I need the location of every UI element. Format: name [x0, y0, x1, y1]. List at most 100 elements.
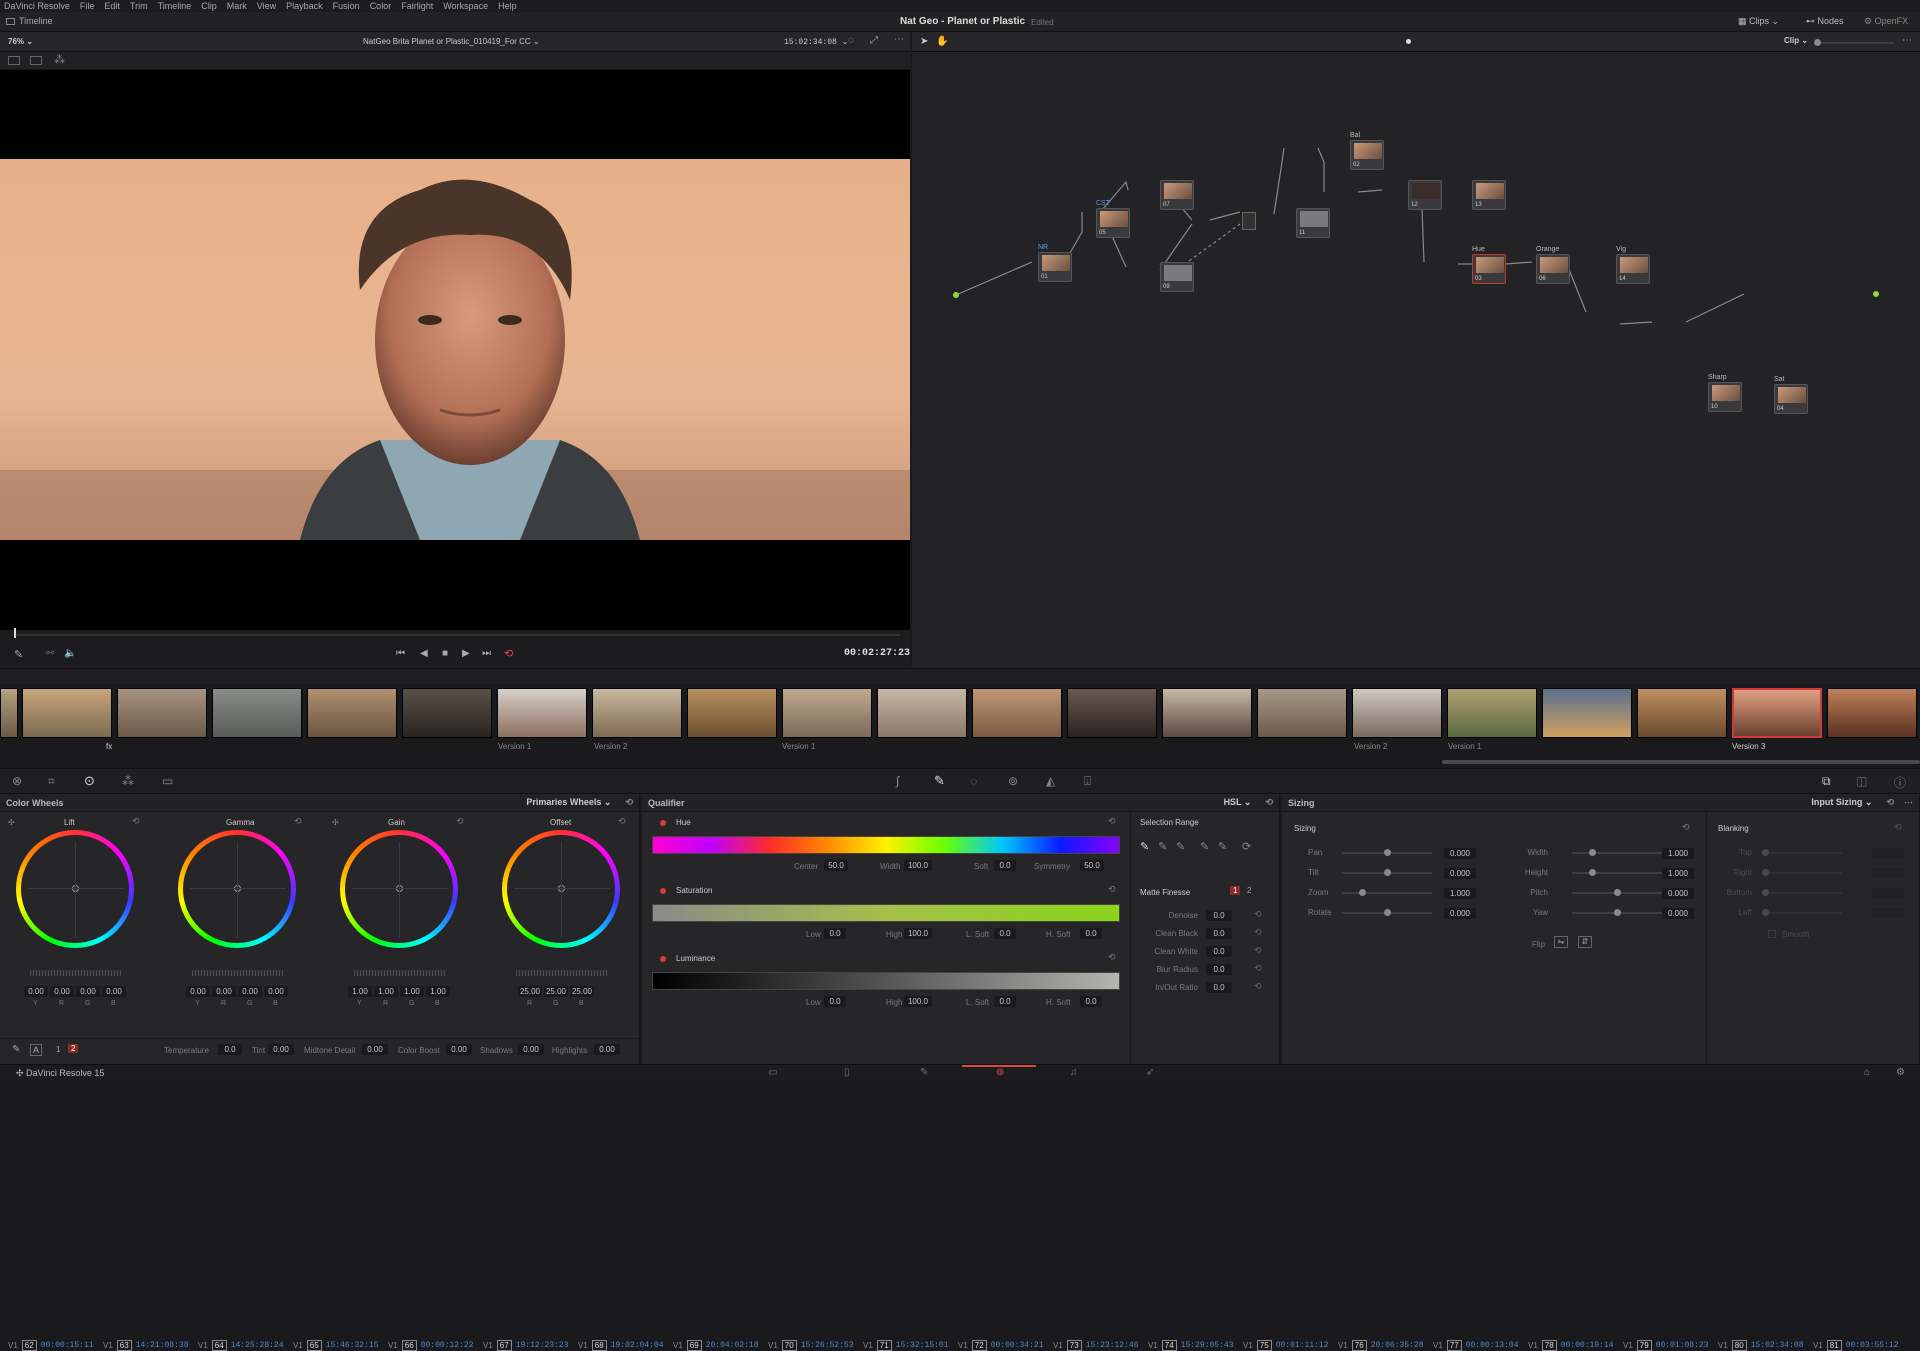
clip-thumbnail[interactable]: [1162, 688, 1252, 738]
deliver-page-icon[interactable]: ➶: [1146, 1067, 1154, 1078]
saturation-range-bar[interactable]: [652, 904, 1120, 922]
tint-field[interactable]: 0.00: [268, 1044, 294, 1055]
high-field[interactable]: 100.0: [904, 928, 932, 939]
play-reverse-icon[interactable]: ◀: [420, 648, 428, 659]
clip-thumbnail[interactable]: [497, 688, 587, 738]
menu-item[interactable]: Playback: [286, 1, 323, 11]
camera-raw-icon[interactable]: ⊗: [12, 774, 22, 788]
sizing-mode-select[interactable]: Input Sizing ⌄: [1811, 797, 1872, 808]
picker-plus-icon[interactable]: ✎: [1176, 840, 1185, 853]
sizing-slider[interactable]: [1342, 909, 1432, 916]
smooth-checkbox[interactable]: [1768, 930, 1776, 938]
volume-icon[interactable]: 🔈: [64, 648, 76, 659]
auto-icon[interactable]: A: [30, 1044, 43, 1056]
reset-icon[interactable]: ⟲: [456, 816, 464, 827]
highlights-field[interactable]: 0.00: [594, 1044, 620, 1055]
wheel-value-field[interactable]: 1.00: [400, 986, 424, 997]
nodes-button[interactable]: ⊷ Nodes: [1806, 16, 1844, 27]
more-options-icon[interactable]: ⋯: [894, 34, 904, 45]
page-2-tab[interactable]: 2: [68, 1044, 79, 1053]
go-to-end-icon[interactable]: ⏭: [482, 648, 491, 659]
tracker-icon[interactable]: ⊚: [1008, 774, 1018, 788]
clip-thumbnail[interactable]: [592, 688, 682, 738]
sizing-field[interactable]: 0.000: [1662, 888, 1694, 899]
reset-icon[interactable]: ⟲: [1254, 945, 1262, 956]
play-icon[interactable]: ▶: [462, 648, 470, 659]
rgb-mixer-icon[interactable]: ⁂: [122, 774, 134, 788]
clip-name-select[interactable]: NatGeo Brita Planet or Plastic_010419_Fo…: [363, 37, 540, 46]
window-icon[interactable]: ◌: [970, 774, 977, 788]
edit-page-icon[interactable]: ✎: [920, 1067, 928, 1078]
menu-item[interactable]: Help: [498, 1, 517, 11]
stop-icon[interactable]: ■: [442, 648, 448, 659]
menu-item[interactable]: Fusion: [333, 1, 360, 11]
blanking-field[interactable]: [1872, 848, 1904, 859]
blanking-slider[interactable]: [1762, 849, 1842, 856]
reset-icon[interactable]: ⟲: [618, 816, 626, 827]
high-field[interactable]: 100.0: [904, 996, 932, 1007]
menu-item[interactable]: Edit: [104, 1, 120, 11]
reset-icon[interactable]: ⟲: [1894, 822, 1902, 833]
wheel-value-field[interactable]: 1.00: [348, 986, 372, 997]
sizing-field[interactable]: 0.000: [1444, 848, 1476, 859]
picker-icon[interactable]: ✎: [1140, 840, 1149, 853]
clip-thumbnail[interactable]: [1257, 688, 1347, 738]
reset-icon[interactable]: ⟲: [1254, 927, 1262, 938]
reset-icon[interactable]: ⟲: [1108, 884, 1116, 895]
matte-field[interactable]: 0.0: [1206, 964, 1232, 975]
reset-icon[interactable]: ⟲: [1108, 952, 1116, 963]
master-wheel[interactable]: [354, 970, 446, 976]
clip-thumbnail[interactable]: [782, 688, 872, 738]
reset-icon[interactable]: ⟲: [1254, 963, 1262, 974]
clip-thumbnail[interactable]: [1352, 688, 1442, 738]
loop-playback-icon[interactable]: ⟲: [504, 647, 513, 660]
menu-item[interactable]: Fairlight: [401, 1, 433, 11]
wipe-icon[interactable]: [30, 56, 42, 65]
color-match-icon[interactable]: ⌗: [48, 774, 55, 789]
node-hue[interactable]: 03: [1472, 254, 1506, 284]
reset-icon[interactable]: ⟲: [1265, 797, 1273, 808]
timeline-toggle[interactable]: Timeline: [6, 16, 53, 26]
reset-icon[interactable]: ⟲: [1886, 797, 1894, 808]
midtone-detail-field[interactable]: 0.00: [362, 1044, 388, 1055]
matte-field[interactable]: 0.0: [1206, 982, 1232, 993]
sizing-slider[interactable]: [1342, 869, 1432, 876]
menu-item[interactable]: Clip: [201, 1, 217, 11]
mixer-node[interactable]: [1242, 212, 1256, 230]
wheel-value-field[interactable]: 25.00: [570, 986, 594, 997]
node-12[interactable]: 12: [1408, 180, 1442, 210]
motion-effects-icon[interactable]: ▭: [162, 774, 173, 788]
reset-icon[interactable]: ⟲: [625, 797, 633, 808]
wheel-value-field[interactable]: 0.00: [50, 986, 74, 997]
split-screen-icon[interactable]: [8, 56, 20, 65]
blanking-slider[interactable]: [1762, 889, 1842, 896]
wheel-value-field[interactable]: 0.00: [76, 986, 100, 997]
node-nr[interactable]: 01: [1038, 252, 1072, 282]
media-page-icon[interactable]: ▭: [768, 1067, 777, 1078]
clip-thumbnail[interactable]: [877, 688, 967, 738]
node-graph[interactable]: NR 01 CST 05 07 09 11 Bal 02 12 13 Hue 0…: [912, 52, 1920, 668]
node-13[interactable]: 13: [1472, 180, 1506, 210]
clip-thumbnail[interactable]: [1447, 688, 1537, 738]
crosshair-icon[interactable]: ✣: [332, 818, 339, 827]
node-cst[interactable]: 05: [1096, 208, 1130, 238]
wheel-value-field[interactable]: 25.00: [518, 986, 542, 997]
playhead[interactable]: [14, 628, 16, 638]
node-orange[interactable]: 06: [1536, 254, 1570, 284]
node-sharp[interactable]: 10: [1708, 382, 1742, 412]
sizing-slider[interactable]: [1572, 849, 1662, 856]
reset-icon[interactable]: ⟲: [132, 816, 140, 827]
picker-minus-icon[interactable]: ✎: [1158, 840, 1167, 853]
matte-field[interactable]: 0.0: [1206, 910, 1232, 921]
master-wheel[interactable]: [30, 970, 122, 976]
viewer-timecode[interactable]: 15:02:34:08 ⌄: [784, 37, 848, 47]
qualifier-icon[interactable]: ✎: [934, 773, 945, 789]
menu-item[interactable]: Mark: [227, 1, 247, 11]
flip-horizontal-icon[interactable]: ⇋: [1554, 936, 1568, 948]
hue-range-bar[interactable]: [652, 836, 1120, 854]
low-soft-field[interactable]: 0.0: [994, 928, 1016, 939]
clip-scrollbar[interactable]: [1442, 760, 1920, 764]
sizing-slider[interactable]: [1342, 889, 1432, 896]
info-icon[interactable]: ⓘ: [1894, 774, 1906, 791]
sizing-field[interactable]: 1.000: [1662, 848, 1694, 859]
